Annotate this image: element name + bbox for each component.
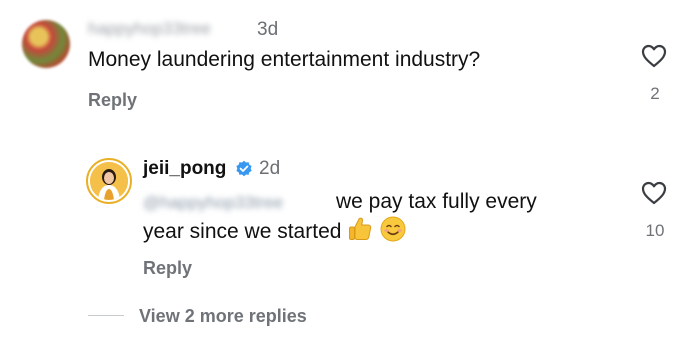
mention-blurred[interactable]: @happyhop33tree	[143, 193, 327, 213]
like-count: 10	[645, 221, 665, 240]
thumbs-up-icon	[346, 215, 374, 250]
comment-text-line1: we pay tax fully every	[336, 190, 537, 213]
comment-text: Money laundering entertainment industry?	[88, 48, 481, 71]
reply-button[interactable]: Reply	[143, 257, 192, 279]
heart-icon	[641, 44, 667, 68]
avatar-image	[90, 162, 128, 200]
avatar[interactable]	[22, 20, 70, 68]
divider	[88, 315, 124, 316]
timestamp: 3d	[257, 19, 279, 40]
comment-text-line2-content: year since we started	[143, 220, 342, 244]
reply-button[interactable]: Reply	[88, 89, 137, 111]
view-more-replies-button[interactable]: View 2 more replies	[139, 305, 307, 327]
like-button[interactable]	[641, 44, 667, 68]
username-blurred[interactable]: happyhop33tree	[88, 19, 246, 39]
verified-badge-icon	[235, 160, 253, 178]
avatar[interactable]	[86, 158, 132, 204]
username[interactable]: jeii_pong	[143, 158, 226, 180]
timestamp: 2d	[259, 158, 281, 179]
like-count: 2	[650, 84, 660, 103]
heart-icon	[641, 181, 667, 205]
like-button[interactable]	[641, 181, 667, 205]
smiling-face-icon	[379, 215, 407, 250]
comment-text-line2: year since we started	[143, 215, 407, 250]
